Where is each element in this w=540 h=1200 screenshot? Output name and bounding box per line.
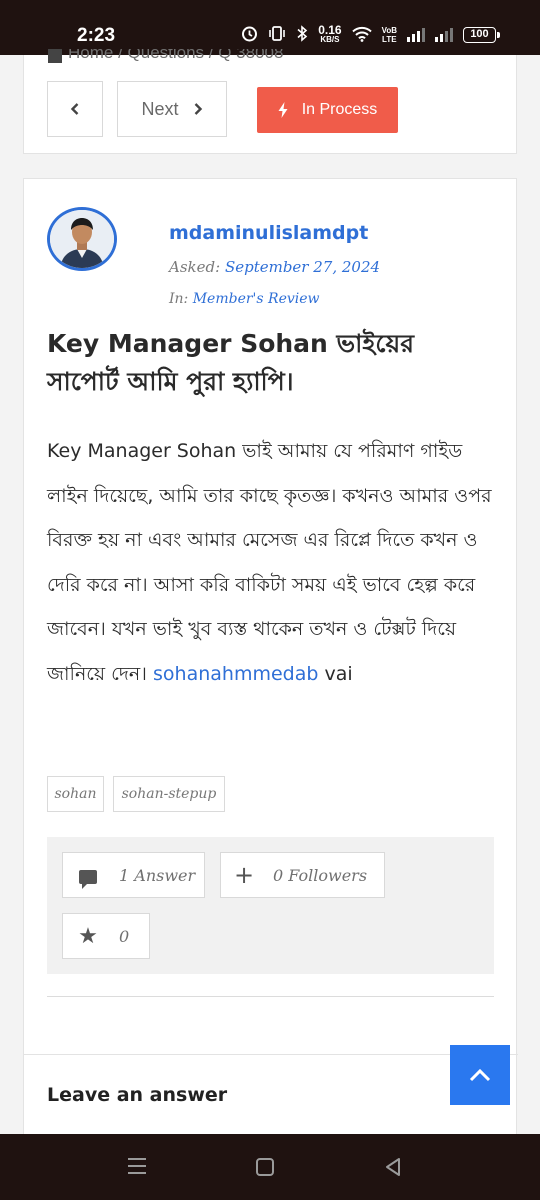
next-question-button[interactable]: Next: [117, 81, 227, 137]
question-nav-card: Home / Questions / Q 38008 Next In Proce…: [23, 49, 517, 154]
next-label: Next: [141, 98, 179, 119]
answers-count-button[interactable]: 1 Answer: [62, 852, 205, 898]
tag-sohan[interactable]: sohan: [47, 776, 104, 812]
question-category: In: Member's Review: [169, 291, 320, 307]
question-card: mdaminulislamdpt Asked: September 27, 20…: [23, 178, 518, 1158]
author-name[interactable]: mdaminulislamdpt: [169, 222, 368, 244]
wifi-icon: [351, 26, 372, 45]
favorite-button[interactable]: ★ 0: [62, 913, 150, 959]
asked-date-link[interactable]: September 27, 2024: [225, 258, 380, 276]
leave-answer-heading: Leave an answer: [47, 1084, 228, 1106]
in-process-label: In Process: [301, 101, 378, 118]
chevron-left-icon: [70, 103, 79, 115]
question-body-suffix: vai: [318, 662, 353, 685]
bluetooth-icon: [296, 25, 308, 45]
signal-icon-2: [435, 28, 453, 42]
home-icon: [48, 49, 62, 63]
category-link[interactable]: Member's Review: [193, 291, 320, 307]
signal-icon: [407, 28, 425, 42]
question-body: Key Manager Sohan ভাই আমায় যে পরিমাণ গা…: [47, 429, 495, 696]
breadcrumb: Home / Questions / Q 38008: [48, 49, 368, 63]
asked-date: Asked: September 27, 2024: [169, 258, 381, 276]
tag-sohan-stepup[interactable]: sohan-stepup: [113, 776, 225, 812]
divider: [47, 996, 494, 997]
status-icons: 0.16 KB/S VoB LTE 100: [241, 23, 500, 47]
comment-icon: [63, 863, 113, 889]
user-mention-link[interactable]: sohanahmmedab: [153, 663, 318, 685]
chevron-up-icon: [469, 1068, 491, 1082]
previous-question-button[interactable]: [47, 81, 103, 137]
scroll-to-top-button[interactable]: [450, 1045, 510, 1105]
home-button-icon[interactable]: [256, 1158, 274, 1176]
volte-label: VoB LTE: [381, 26, 397, 44]
battery-icon: 100: [463, 27, 500, 43]
follow-question-button[interactable]: + 0 Followers: [220, 852, 385, 898]
question-body-text: Key Manager Sohan ভাই আমায় যে পরিমাণ গা…: [47, 440, 492, 685]
system-nav-bar: [0, 1134, 540, 1200]
bolt-icon: [278, 102, 288, 118]
plus-icon: +: [233, 861, 255, 889]
chevron-right-icon: [194, 103, 202, 115]
recent-apps-icon[interactable]: [128, 1158, 146, 1179]
question-title: Key Manager Sohan ভাইয়ের সাপোর্ট আমি পু…: [47, 329, 414, 396]
alarm-icon: [241, 25, 258, 45]
in-process-button[interactable]: In Process: [257, 87, 398, 133]
section-divider: [24, 1054, 518, 1055]
status-time: 2:23: [77, 25, 116, 46]
vibrate-icon: [268, 25, 286, 45]
network-speed: 0.16 KB/S: [318, 23, 342, 44]
question-stats: 1 Answer + 0 Followers ★ 0: [47, 837, 494, 974]
avatar[interactable]: [47, 207, 117, 271]
back-icon[interactable]: [384, 1157, 402, 1181]
status-bar: 2:23 0.16 KB/S VoB LTE 100: [0, 0, 540, 55]
star-icon: ★: [78, 923, 98, 949]
